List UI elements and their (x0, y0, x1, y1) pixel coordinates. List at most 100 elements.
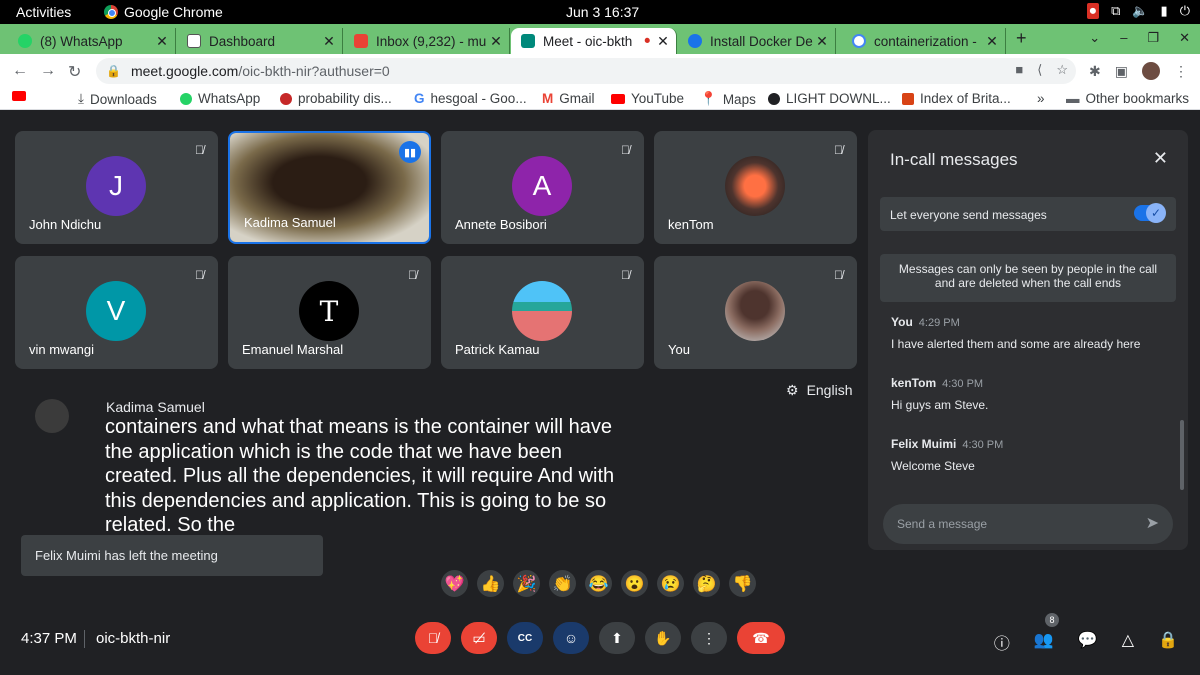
youtube-shortcut-icon[interactable] (12, 91, 26, 101)
people-icon[interactable]: 👥 (1034, 630, 1054, 654)
participant-tile[interactable]: 🎙̸ kenTom (654, 131, 857, 244)
send-icon[interactable]: ➤ (1146, 513, 1159, 533)
bookmarks-overflow-button[interactable]: » (1037, 91, 1045, 106)
reaction-thumbs-up[interactable]: 👍 (477, 570, 504, 597)
share-icon[interactable]: ⟨ (1037, 62, 1042, 78)
tab-search-icon[interactable]: ⌄ (1089, 30, 1100, 46)
tab-dashboard[interactable]: Dashboard ✕ (177, 28, 343, 54)
extensions-icon[interactable]: ✱ (1089, 63, 1101, 80)
caption-language-button[interactable]: ⚙ English (786, 382, 852, 399)
tab-gmail[interactable]: Inbox (9,232) - mu ✕ (344, 28, 510, 54)
bookmark-index-of-brita[interactable]: Index of Brita... (902, 91, 1011, 106)
participant-tile[interactable]: J 🎙̸ John Ndichu (15, 131, 218, 244)
activities-button[interactable]: Activities (16, 4, 71, 20)
camera-toggle-button[interactable]: ▭̸ (461, 622, 497, 654)
speaking-indicator-icon: ▮▮ (399, 141, 421, 163)
dashboard-icon (187, 34, 201, 48)
allow-messages-toggle[interactable] (1134, 203, 1166, 223)
bookmark-other[interactable]: ▬ Other bookmarks (1066, 91, 1189, 106)
caption-speaker-avatar (35, 399, 69, 433)
mic-toggle-button[interactable]: 🎙̸ (415, 622, 451, 654)
mic-off-icon: 🎙̸ (195, 143, 204, 157)
back-icon[interactable]: ← (12, 62, 28, 80)
close-tab-icon[interactable]: ✕ (153, 33, 171, 50)
participant-tile[interactable]: 🎙̸ Patrick Kamau (441, 256, 644, 369)
bookmark-youtube[interactable]: YouTube (611, 91, 684, 106)
reaction-heart[interactable]: 💖 (441, 570, 468, 597)
reactions-button[interactable]: ☺ (553, 622, 589, 654)
app-menu[interactable]: Google Chrome (104, 4, 223, 20)
tab-title: containerization - (874, 33, 977, 49)
participant-avatar (725, 156, 785, 216)
bookmark-hesgoal[interactable]: Ghesgoal - Goo... (414, 91, 527, 106)
bookmark-maps[interactable]: 📍 Maps (700, 91, 756, 107)
minimize-icon[interactable]: – (1120, 30, 1127, 46)
bookmark-probability[interactable]: probability dis... (280, 91, 392, 106)
host-controls-icon[interactable]: 🔒 (1158, 630, 1178, 654)
chat-icon[interactable]: 💬 (1078, 630, 1098, 654)
browser-toolbar: ← → ↻ 🔒 meet.google.com/oic-bkth-nir?aut… (0, 54, 1200, 88)
activities-icon[interactable]: △ (1122, 630, 1134, 654)
side-panel-icon[interactable]: ▣ (1115, 63, 1128, 80)
participant-tile[interactable]: T 🎙̸ Emanuel Marshal (228, 256, 431, 369)
participant-tile-self[interactable]: 🎙̸ You (654, 256, 857, 369)
present-button[interactable]: ⬆ (599, 622, 635, 654)
bookmark-label: hesgoal - Goo... (430, 91, 527, 106)
participant-tile[interactable]: V 🎙̸ vin mwangi (15, 256, 218, 369)
page-scrollbar[interactable] (1180, 420, 1184, 490)
close-tab-icon[interactable]: ✕ (983, 33, 1001, 50)
tab-meet[interactable]: Meet - oic-bkth ⏺ ✕ (511, 28, 677, 54)
close-tab-icon[interactable]: ✕ (320, 33, 338, 50)
close-tab-icon[interactable]: ✕ (813, 33, 831, 50)
reaction-sad[interactable]: 😢 (657, 570, 684, 597)
profile-avatar[interactable] (1142, 62, 1160, 80)
reaction-party[interactable]: 🎉 (513, 570, 540, 597)
system-tray[interactable]: ⏺ ⧉ 🔈 ▮ ⏻ (1086, 3, 1190, 19)
menu-icon[interactable]: ⋮ (1174, 63, 1188, 80)
bookmark-gmail[interactable]: M Gmail (542, 91, 595, 106)
new-tab-button[interactable]: + (1016, 28, 1027, 49)
close-tab-icon[interactable]: ✕ (487, 33, 505, 50)
present-screen-icon: ⬆ (611, 629, 623, 646)
tab-docker[interactable]: Install Docker Des ✕ (678, 28, 836, 54)
reaction-laugh[interactable]: 😂 (585, 570, 612, 597)
bookmark-star-icon[interactable]: ☆ (1056, 62, 1068, 78)
raise-hand-button[interactable]: ✋ (645, 622, 681, 654)
camera-in-use-icon[interactable]: ■ (1015, 62, 1023, 78)
meeting-info-icon[interactable]: ⓘ (994, 630, 1010, 654)
lock-icon[interactable]: 🔒 (106, 64, 121, 78)
close-window-icon[interactable]: ✕ (1179, 30, 1190, 46)
close-icon[interactable]: ✕ (1153, 148, 1168, 169)
forward-icon[interactable]: → (40, 62, 56, 80)
address-bar[interactable]: 🔒 meet.google.com/oic-bkth-nir?authuser=… (96, 58, 1076, 84)
bookmark-light-downloads[interactable]: LIGHT DOWNL... (768, 91, 891, 106)
reaction-thumbs-down[interactable]: 👎 (729, 570, 756, 597)
panel-title: In-call messages (890, 150, 1018, 169)
reload-icon[interactable]: ↻ (68, 62, 81, 82)
close-tab-icon[interactable]: ✕ (654, 33, 672, 50)
recording-icon: ⏺ (644, 34, 651, 47)
restore-icon[interactable]: ❐ (1147, 30, 1159, 46)
more-vert-icon: ⋮ (702, 629, 716, 646)
leave-call-button[interactable]: ☎ (737, 622, 785, 654)
participant-name: vin mwangi (29, 342, 95, 357)
tab-google-search[interactable]: containerization - ✕ (842, 28, 1006, 54)
message-sender: kenTom (891, 376, 937, 390)
meeting-code[interactable]: oic-bkth-nir (96, 630, 170, 647)
reaction-clap[interactable]: 👏 (549, 570, 576, 597)
participant-tile-active-speaker[interactable]: ▮▮ Kadima Samuel (228, 131, 431, 244)
reaction-thinking[interactable]: 🤔 (693, 570, 720, 597)
tab-whatsapp[interactable]: (8) WhatsApp ✕ (8, 28, 176, 54)
bookmark-whatsapp[interactable]: WhatsApp (180, 91, 260, 106)
mic-off-icon: 🎙̸ (621, 268, 630, 282)
participant-tile[interactable]: A 🎙̸ Annete Bosibori (441, 131, 644, 244)
captions-button[interactable]: CC (507, 622, 543, 654)
google-icon (852, 34, 866, 48)
bookmark-downloads[interactable]: ⤓ Downloads (78, 91, 157, 107)
message-input[interactable]: Send a message ➤ (883, 504, 1173, 544)
system-clock[interactable]: Jun 3 16:37 (566, 4, 639, 20)
reaction-surprised[interactable]: 😮 (621, 570, 648, 597)
participant-name: kenTom (668, 217, 714, 232)
more-options-button[interactable]: ⋮ (691, 622, 727, 654)
url-path: /oic-bkth-nir?authuser=0 (238, 63, 390, 79)
